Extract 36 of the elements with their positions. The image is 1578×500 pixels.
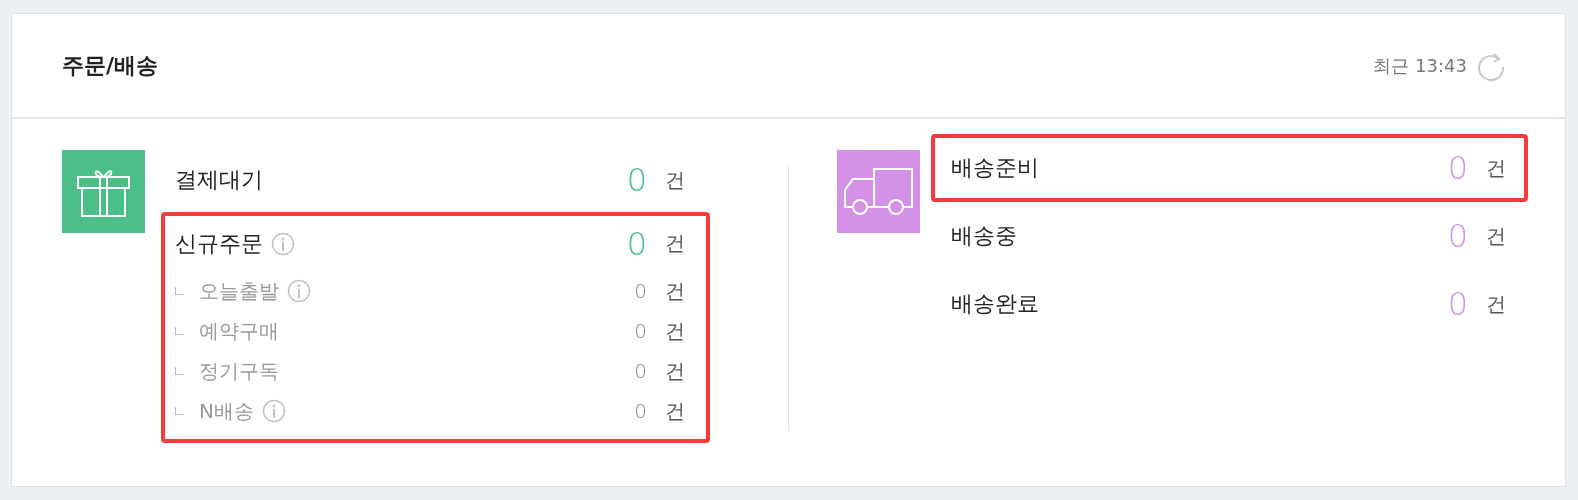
corner-icon <box>175 407 183 415</box>
status-label: 결제대기 <box>175 166 263 194</box>
status-label: 오늘출발 <box>199 277 279 305</box>
card-title: 주문/배송 <box>62 51 159 80</box>
corner-icon <box>175 367 183 375</box>
status-label: 정기구독 <box>199 357 279 385</box>
info-icon <box>287 279 311 303</box>
status-count[interactable]: 0 <box>634 399 647 423</box>
unit-label: 건 <box>665 397 685 425</box>
status-count[interactable]: 0 <box>626 224 647 263</box>
corner-icon <box>175 327 183 335</box>
status-count[interactable]: 0 <box>1447 217 1468 255</box>
status-label: 배송준비 <box>951 154 1039 182</box>
status-count[interactable]: 0 <box>634 359 647 383</box>
unit-label: 건 <box>665 317 685 345</box>
status-label: 예약구매 <box>199 317 279 345</box>
status-count[interactable]: 0 <box>1447 149 1468 187</box>
info-icon <box>261 399 286 423</box>
status-label: N배송 <box>199 397 254 425</box>
unit-label: 건 <box>665 230 685 257</box>
status-label: 배송중 <box>951 222 1017 250</box>
status-count[interactable]: 0 <box>634 279 647 303</box>
info-icon <box>271 231 295 256</box>
status-count[interactable]: 0 <box>626 161 647 199</box>
status-label: 신규주문 <box>175 229 263 258</box>
status-count[interactable]: 0 <box>1447 285 1468 323</box>
status-label: 배송완료 <box>951 290 1039 318</box>
corner-icon <box>175 287 183 295</box>
unit-label: 건 <box>665 277 685 305</box>
unit-label: 건 <box>665 166 685 194</box>
status-count[interactable]: 0 <box>634 319 647 343</box>
updated-time: 최근 13:43 <box>1373 53 1467 78</box>
unit-label: 건 <box>1486 222 1506 250</box>
unit-label: 건 <box>665 357 685 385</box>
unit-label: 건 <box>1486 154 1506 182</box>
unit-label: 건 <box>1486 290 1506 318</box>
